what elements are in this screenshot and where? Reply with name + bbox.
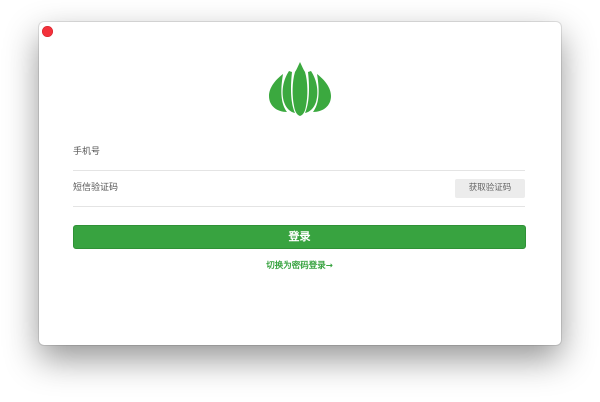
sms-code-field: 获取验证码 — [73, 170, 525, 207]
phone-input[interactable] — [73, 142, 433, 162]
screen: 获取验证码 登录 切换为密码登录→ — [0, 0, 600, 402]
get-code-button[interactable]: 获取验证码 — [455, 179, 525, 198]
login-window: 获取验证码 登录 切换为密码登录→ — [39, 22, 561, 345]
switch-to-password-login-link[interactable]: 切换为密码登录→ — [73, 259, 526, 271]
sms-code-input[interactable] — [73, 178, 433, 198]
login-button[interactable]: 登录 — [73, 225, 526, 249]
phone-field — [73, 134, 525, 171]
close-button[interactable] — [42, 26, 53, 37]
garlic-logo-icon — [267, 62, 333, 118]
